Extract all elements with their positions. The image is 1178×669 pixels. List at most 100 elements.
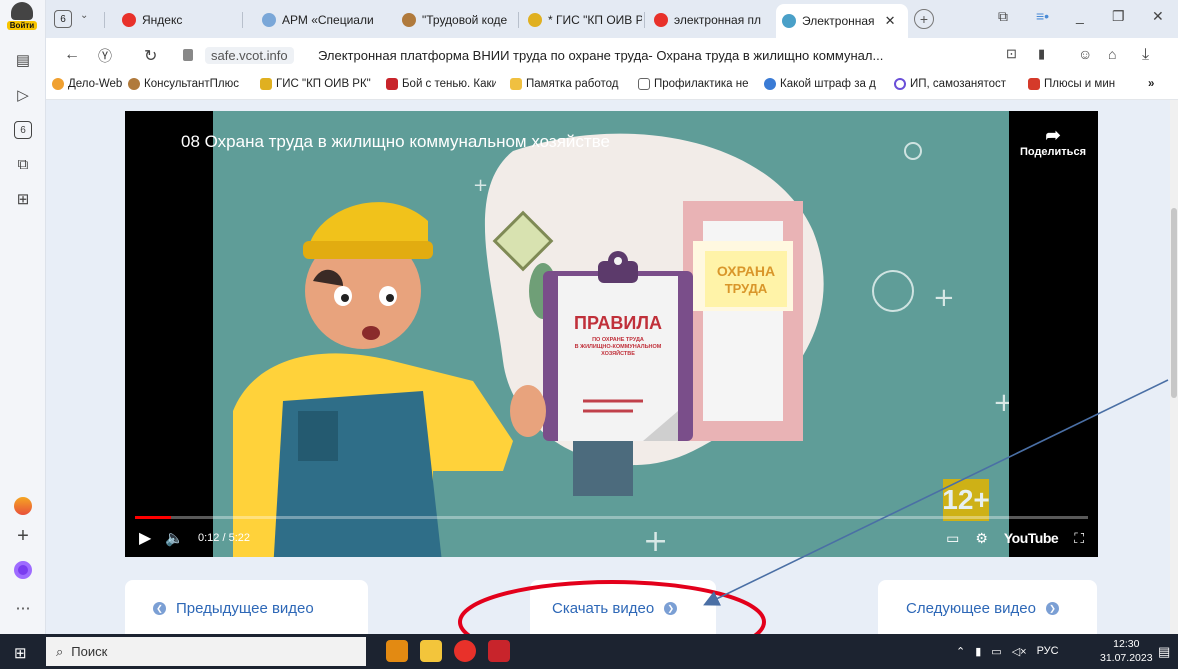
bookmark-item[interactable]: Памятка работод (510, 78, 628, 90)
bookmark-label: Памятка работод (526, 78, 619, 90)
sidebar-add-icon[interactable]: + (9, 522, 37, 550)
address-bar: ← Ⓨ ↻ safe.vcot.info Электронная платфор… (46, 38, 1178, 72)
video-title[interactable]: 08 Охрана труда в жилищно коммунальном х… (181, 132, 610, 152)
memo-icon (510, 78, 522, 90)
tab-separator (518, 12, 519, 28)
chevron-left-icon: ❮ (153, 601, 166, 615)
bookmarks-overflow-icon[interactable]: » (1148, 78, 1154, 90)
volume-icon[interactable]: 🔈 (165, 529, 184, 547)
bookmark-item[interactable]: Дело-Web (52, 78, 122, 90)
bookmark-pages-icon[interactable]: ⧉ (998, 8, 1008, 25)
extensions-icon[interactable]: ⌂ (1108, 46, 1116, 62)
video-controls: ▶ 🔈 0:12 / 5:22 ▭ ⚙ YouTube ⛶ (125, 519, 1098, 557)
sidebar-messenger-icon[interactable] (9, 492, 37, 520)
play-icon[interactable]: ▶ (139, 528, 151, 548)
close-tab-icon[interactable]: ✕ (885, 13, 896, 29)
sidebar-apps-icon[interactable]: ⊞ (9, 185, 37, 213)
maximize-button[interactable]: ❐ (1112, 8, 1125, 25)
tab-electronic-platform-active[interactable]: Электронная ✕ (776, 4, 908, 38)
bookmark-item[interactable]: Какой штраф за д (764, 78, 884, 90)
yandex-home-icon[interactable]: Ⓨ (98, 46, 112, 66)
sidebar-more-icon[interactable]: ⋯ (9, 594, 37, 622)
file-explorer-icon[interactable] (420, 640, 442, 662)
poster-text: ТРУДА (725, 281, 768, 296)
sidebar-tabs-button[interactable]: 6 (9, 116, 37, 144)
url-host[interactable]: safe.vcot.info (205, 47, 294, 64)
taskbar-clock[interactable]: 12:30 31.07.2023 (1100, 637, 1153, 665)
download-video-button[interactable]: Скачать видео ❯ (530, 580, 716, 634)
download-video-label: Скачать видео (552, 599, 655, 617)
bookmark-item[interactable]: Профилактика не (638, 78, 752, 90)
close-window-button[interactable]: ✕ (1152, 8, 1164, 25)
scrollbar-thumb[interactable] (1171, 208, 1177, 398)
vcot-icon (782, 14, 796, 28)
settings-gear-icon[interactable]: ⚙ (975, 530, 988, 547)
bookmark-item[interactable]: ГИС "КП ОИВ РК" (260, 78, 371, 90)
next-video-button[interactable]: Следующее видео ❯ (878, 580, 1097, 634)
taskbar-search[interactable]: ⌕ Поиск (46, 637, 366, 666)
age-rating-badge: 12+ (942, 479, 990, 521)
sign-subtitle: ПО ОХРАНЕ ТРУДА (592, 337, 644, 343)
page-title[interactable]: Электронная платформа ВНИИ труда по охра… (318, 48, 958, 63)
bookmark-item[interactable]: Бой с тенью. Каки (386, 78, 496, 90)
clock-date: 31.07.2023 (1100, 652, 1153, 664)
alice-icon[interactable] (9, 556, 37, 584)
search-placeholder: Поиск (71, 644, 108, 659)
login-button[interactable]: Войти (5, 2, 39, 36)
tab-gis[interactable]: * ГИС "КП ОИВ Р (522, 8, 642, 32)
fullscreen-icon[interactable]: ⛶ (1074, 530, 1084, 547)
subtitles-icon[interactable]: ▭ (946, 530, 959, 547)
chevron-down-icon: ❯ (664, 601, 678, 615)
tab-electronic-search[interactable]: электронная пл (648, 8, 770, 32)
bookmark-item[interactable]: ИП, самозанятост (894, 78, 1018, 90)
shtraf-icon (764, 78, 776, 90)
video-illustration: + + + + ПРАВИЛА ПО ОХРАНЕ ТРУДА В ЖИЛИЩН… (213, 111, 1009, 557)
tab-label: "Трудовой коде (422, 13, 508, 27)
sidebar-collections-icon[interactable]: ▤ (9, 46, 37, 74)
bookmark-item[interactable]: Плюсы и мин (1028, 78, 1140, 90)
sidebar-screenshot-icon[interactable]: ⧉ (9, 150, 37, 178)
page-scrollbar[interactable] (1170, 100, 1178, 634)
wifi-status-icon[interactable]: ≡• (1036, 8, 1049, 24)
bookmark-label: Какой штраф за д (780, 78, 876, 90)
tray-expand-icon[interactable]: ⌃ (956, 645, 965, 658)
new-tab-button[interactable]: + (914, 9, 934, 29)
bookmark-icon[interactable]: ▮ (1038, 46, 1045, 62)
youtube-logo[interactable]: YouTube (1004, 530, 1059, 546)
tab-labor-code[interactable]: "Трудовой коде (396, 8, 518, 32)
system-tray: ⌃ ▮ ▭ ◁× РУС (956, 645, 1059, 658)
notifications-icon[interactable]: ▤ (1158, 644, 1170, 660)
share-arrow-icon: ➦ (1045, 125, 1061, 145)
office-app-icon[interactable] (488, 640, 510, 662)
outlook-app-icon[interactable] (386, 640, 408, 662)
lock-icon (183, 49, 193, 61)
check-circle-icon (894, 78, 906, 90)
bookmark-item[interactable]: КонсультантПлюс (128, 78, 254, 90)
back-icon[interactable]: ← (64, 46, 80, 64)
download-icon[interactable]: ⤓ (1142, 46, 1149, 64)
bookmark-label: ГИС "КП ОИВ РК" (276, 78, 371, 90)
language-indicator[interactable]: РУС (1037, 645, 1059, 658)
reader-mode-icon[interactable]: ⊡ (1006, 46, 1017, 62)
share-button[interactable]: ➦ Поделиться (1020, 125, 1086, 158)
poster-text: ОХРАНА (717, 263, 775, 279)
bookmark-label: КонсультантПлюс (144, 78, 239, 90)
speaker-muted-icon[interactable]: ◁× (1012, 645, 1027, 658)
tab-label: * ГИС "КП ОИВ Р (548, 13, 642, 27)
video-player[interactable]: + + + + ПРАВИЛА ПО ОХРАНЕ ТРУДА В ЖИЛИЩН… (125, 111, 1098, 557)
chevron-down-icon[interactable]: ⌄ (80, 10, 88, 21)
previous-video-button[interactable]: ❮ Предыдущее видео (125, 580, 368, 634)
tab-yandex[interactable]: Яндекс (116, 8, 226, 32)
usb-icon[interactable]: ▮ (975, 645, 981, 658)
reload-icon[interactable]: ↻ (144, 46, 157, 66)
yandex-browser-icon[interactable] (454, 640, 476, 662)
minimize-button[interactable]: _ (1076, 8, 1084, 24)
tab-count-button[interactable]: 6 (54, 10, 72, 28)
windows-start-icon[interactable]: ⊞ (14, 644, 27, 662)
tab-label: АРМ «Специали (282, 13, 374, 27)
profile-icon[interactable]: ☺ (1078, 46, 1092, 62)
network-icon[interactable]: ▭ (991, 645, 1001, 658)
share-label: Поделиться (1019, 146, 1086, 158)
sidebar-play-icon[interactable]: ▷ (9, 81, 37, 109)
tab-arm[interactable]: АРМ «Специали (256, 8, 392, 32)
